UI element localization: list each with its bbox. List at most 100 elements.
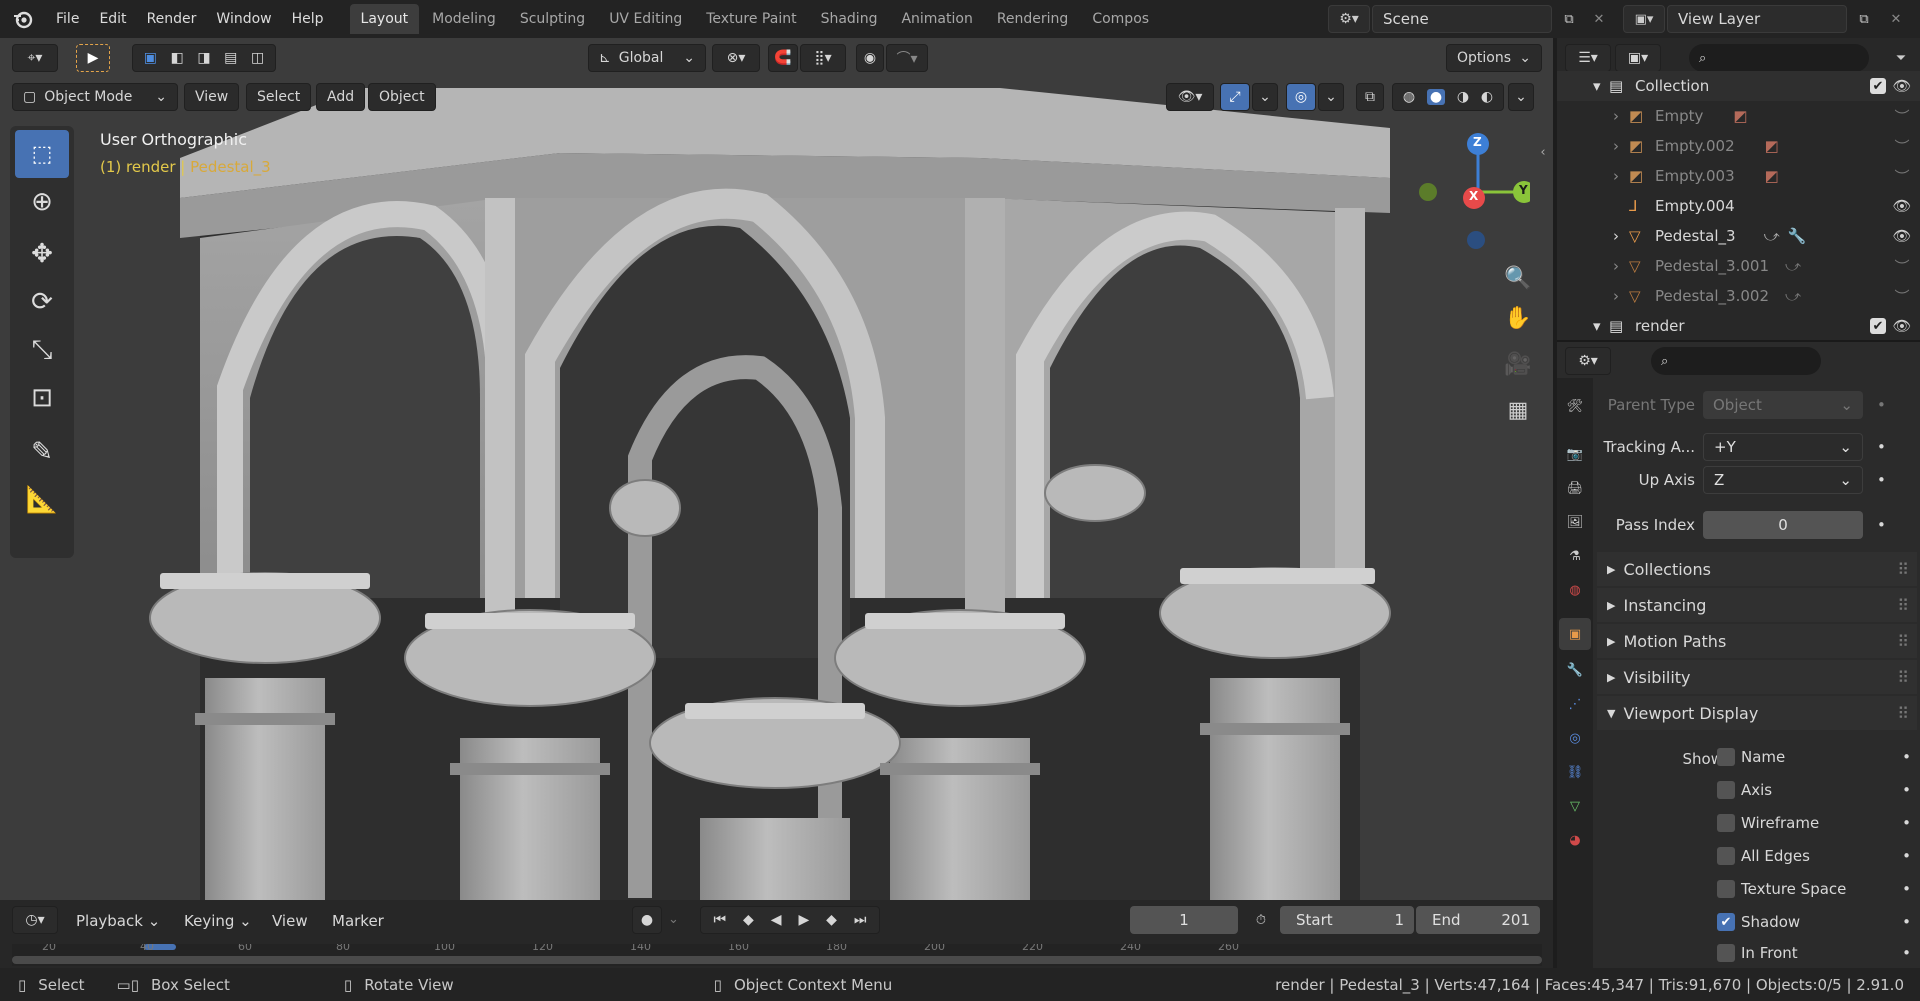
transform-orientation-dropdown[interactable]: ⊾ Global ⌄	[588, 44, 706, 72]
view-layer-tab-icon[interactable]: 🖼	[1561, 508, 1589, 536]
next-keyframe-icon[interactable]: ◆	[826, 912, 837, 928]
play-icon[interactable]: ▶	[798, 912, 809, 928]
wireframe-checkbox[interactable]	[1717, 814, 1735, 832]
snap-target-dropdown[interactable]: ⣿▾	[800, 44, 846, 72]
render-tab-icon[interactable]: 📷	[1561, 440, 1589, 468]
drag-handle-icon[interactable]: ⠿	[1897, 704, 1909, 723]
ruler-scrollbar[interactable]	[12, 956, 1542, 964]
select-box-tool-icon[interactable]: ⬚	[15, 130, 69, 178]
outliner-editor-type-button[interactable]: ☰▾	[1565, 44, 1611, 72]
frame-ruler[interactable]: 20 40 60 80 100 120 140 160 180 200 220 240 260	[12, 944, 1542, 966]
checkbox-axis[interactable]: Axis •	[1717, 775, 1917, 805]
cursor-tool-icon[interactable]: ⊕	[15, 178, 69, 226]
keyframe-dot-icon[interactable]: •	[1877, 396, 1886, 414]
tool-tab-icon[interactable]: 🛠	[1561, 392, 1589, 420]
keyframe-dot-icon[interactable]: •	[1902, 847, 1911, 865]
rendered-shading-icon[interactable]: ◐	[1481, 89, 1493, 105]
new-view-layer-icon[interactable]: ⧉	[1850, 5, 1878, 33]
checkbox-all-edges[interactable]: All Edges •	[1717, 841, 1917, 871]
panel-motion-paths[interactable]: ▶ Motion Paths ⠿	[1597, 624, 1917, 658]
tracking-axis-dropdown[interactable]: +Y ⌄	[1703, 433, 1863, 461]
material-tab-icon[interactable]: ◕	[1561, 826, 1589, 854]
in-front-checkbox[interactable]	[1717, 944, 1735, 962]
visibility-dropdown[interactable]: 👁▾	[1166, 83, 1214, 111]
tab-shading[interactable]: Shading	[810, 4, 889, 34]
outliner-row-empty-003[interactable]: › ◩ Empty.003 ◩ ︶	[1557, 161, 1920, 191]
output-tab-icon[interactable]: 🖨	[1561, 474, 1589, 502]
zoom-icon[interactable]: 🔍	[1498, 258, 1538, 298]
drag-handle-icon[interactable]: ⠿	[1897, 596, 1909, 615]
auto-keying-dropdown[interactable]: ⌄	[668, 912, 679, 927]
world-tab-icon[interactable]: ◍	[1561, 576, 1589, 604]
xray-toggle[interactable]: ⧉	[1356, 83, 1384, 111]
scene-tab-icon[interactable]: ⚗	[1561, 542, 1589, 570]
scale-tool-icon[interactable]: ⤡	[15, 326, 69, 374]
scene-name-field[interactable]: Scene	[1372, 5, 1552, 33]
navigation-gizmo[interactable]: Z Y X	[1410, 128, 1535, 256]
proportional-falloff-dropdown[interactable]: ⌒▾	[886, 44, 928, 72]
tab-compositing[interactable]: Compos	[1081, 4, 1151, 34]
menu-window[interactable]: Window	[206, 0, 281, 38]
keyframe-dot-icon[interactable]: •	[1877, 516, 1886, 534]
drag-handle-icon[interactable]: ⠿	[1897, 560, 1909, 579]
viewport-menu-add[interactable]: Add	[316, 83, 366, 111]
checkbox-name[interactable]: Name •	[1717, 742, 1917, 772]
move-tool-icon[interactable]: ✥	[15, 230, 69, 278]
tab-layout[interactable]: Layout	[349, 4, 420, 34]
editor-type-button[interactable]: ⌖▾	[12, 44, 58, 72]
transform-tool-icon[interactable]: ⊡	[15, 374, 69, 422]
pan-hand-icon[interactable]: ✋	[1498, 298, 1538, 338]
jump-start-icon[interactable]: ⏮	[713, 912, 726, 928]
tab-rendering[interactable]: Rendering	[986, 4, 1080, 34]
annotate-tool-icon[interactable]: ✎	[15, 428, 69, 476]
expand-arrow-icon[interactable]: ›	[1613, 107, 1629, 125]
checkbox-texture-space[interactable]: Texture Space •	[1717, 874, 1917, 904]
outliner-row-pedestal-3-002[interactable]: › ▽ Pedestal_3.002 ⤻ ︶	[1557, 281, 1920, 311]
expand-arrow-icon[interactable]: ▾	[1593, 77, 1609, 95]
view-layer-field[interactable]: View Layer	[1667, 5, 1847, 33]
menu-render[interactable]: Render	[137, 0, 207, 38]
gizmo-toggle[interactable]: ⤢	[1220, 83, 1250, 111]
checkbox-wireframe[interactable]: Wireframe •	[1717, 808, 1917, 838]
current-frame-field[interactable]: 1	[1130, 906, 1238, 934]
solid-shading-icon[interactable]: ●	[1426, 89, 1446, 105]
expand-arrow-icon[interactable]: ▾	[1593, 317, 1609, 335]
keyframe-dot-icon[interactable]: •	[1902, 748, 1911, 766]
preview-range-icon[interactable]: ⏱	[1246, 906, 1276, 934]
outliner-row-pedestal-3[interactable]: › ▽ Pedestal_3 ⤻ 🔧 👁	[1557, 221, 1920, 251]
delete-view-layer-icon[interactable]: ✕	[1882, 5, 1910, 33]
gizmo-dropdown[interactable]: ⌄	[1252, 83, 1278, 111]
tab-animation[interactable]: Animation	[890, 4, 983, 34]
properties-search-input[interactable]: ⌕	[1651, 347, 1821, 375]
select-extend-icon[interactable]: ◧	[171, 50, 184, 66]
parent-type-dropdown[interactable]: Object ⌄	[1703, 391, 1863, 419]
selection-mode-group[interactable]: ▣ ◧ ◨ ▤ ◫	[132, 44, 276, 72]
measure-tool-icon[interactable]: 📐	[15, 476, 69, 524]
outliner-row-empty-004[interactable]: ⅃ Empty.004 👁	[1557, 191, 1920, 221]
particles-tab-icon[interactable]: ⋰	[1561, 690, 1589, 718]
proportional-edit-toggle[interactable]: ◉	[856, 44, 884, 72]
keyframe-dot-icon[interactable]: •	[1902, 944, 1911, 962]
expand-arrow-icon[interactable]: ›	[1613, 227, 1629, 245]
visibility-eye-icon[interactable]: ︶	[1892, 256, 1912, 277]
viewport-menu-select[interactable]: Select	[246, 83, 312, 111]
menu-edit[interactable]: Edit	[89, 0, 136, 38]
filter-icon[interactable]: ⏷	[1887, 44, 1915, 72]
select-tool-icon[interactable]: ▶	[76, 44, 110, 72]
visibility-eye-icon[interactable]: ︶	[1892, 286, 1912, 307]
outliner-row-empty[interactable]: › ◩ Empty ◩ ︶	[1557, 101, 1920, 131]
pivot-point-dropdown[interactable]: ⊗▾	[712, 44, 760, 72]
keyframe-dot-icon[interactable]: •	[1877, 471, 1886, 489]
properties-editor-type-button[interactable]: ⚙▾	[1565, 347, 1611, 375]
menu-help[interactable]: Help	[282, 0, 334, 38]
start-frame-field[interactable]: Start 1	[1280, 906, 1414, 934]
data-tab-icon[interactable]: ▽	[1561, 792, 1589, 820]
shadow-checkbox[interactable]: ✔	[1717, 913, 1735, 931]
new-scene-icon[interactable]: ⧉	[1555, 5, 1583, 33]
select-invert-icon[interactable]: ▤	[224, 50, 237, 66]
overlays-toggle[interactable]: ◎	[1286, 83, 1316, 111]
end-frame-field[interactable]: End 201	[1416, 906, 1540, 934]
auto-keying-toggle[interactable]: ●	[632, 906, 662, 934]
shading-dropdown[interactable]: ⌄	[1508, 83, 1534, 111]
visibility-eye-icon[interactable]: 👁	[1892, 77, 1912, 95]
